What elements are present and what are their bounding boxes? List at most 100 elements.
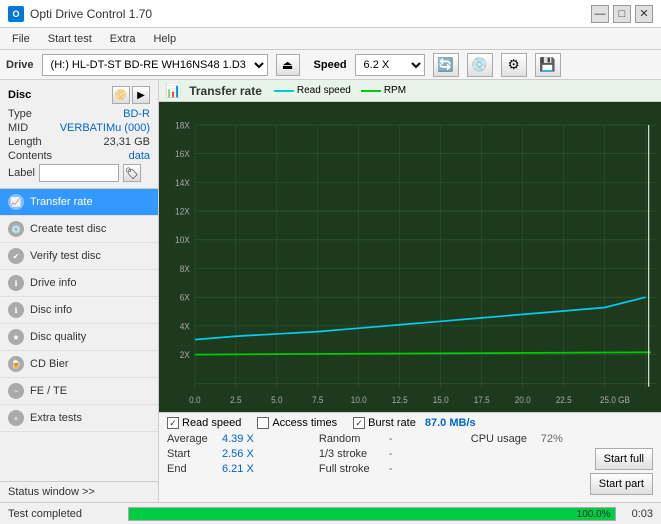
main-layout: Disc 📀 ▶ Type BD-R MID VERBATIMu (000) L… bbox=[0, 80, 661, 502]
svg-text:15.0: 15.0 bbox=[433, 394, 449, 405]
disc-title: Disc bbox=[8, 89, 31, 101]
start-part-button[interactable]: Start part bbox=[590, 473, 653, 495]
minimize-button[interactable]: — bbox=[591, 5, 609, 23]
restore-button[interactable]: □ bbox=[613, 5, 631, 23]
stats-cpu-label: CPU usage bbox=[471, 433, 541, 445]
drive-info-icon: ℹ bbox=[8, 275, 24, 291]
disc-type-key: Type bbox=[8, 108, 32, 120]
settings-button[interactable]: ⚙ bbox=[501, 53, 527, 77]
speed-select[interactable]: 6.2 X bbox=[355, 54, 425, 76]
svg-text:12X: 12X bbox=[175, 206, 190, 217]
nav-verify-test-disc[interactable]: ✔ Verify test disc bbox=[0, 243, 158, 270]
nav-fe-te[interactable]: ~ FE / TE bbox=[0, 378, 158, 405]
disc-icon-2[interactable]: ▶ bbox=[132, 86, 150, 104]
progress-text: 100.0% bbox=[577, 508, 611, 522]
svg-text:5.0: 5.0 bbox=[271, 394, 283, 405]
verify-test-disc-icon: ✔ bbox=[8, 248, 24, 264]
disc-type-val: BD-R bbox=[123, 108, 150, 120]
nav-cd-bier[interactable]: 🍺 CD Bier bbox=[0, 351, 158, 378]
read-speed-checkbox[interactable]: ✓ bbox=[167, 417, 179, 429]
stats-average-label: Average bbox=[167, 433, 222, 445]
nav-drive-info[interactable]: ℹ Drive info bbox=[0, 270, 158, 297]
nav-create-test-disc[interactable]: 💿 Create test disc bbox=[0, 216, 158, 243]
start-full-button[interactable]: Start full bbox=[595, 448, 653, 470]
disc-button[interactable]: 💿 bbox=[467, 53, 493, 77]
save-button[interactable]: 💾 bbox=[535, 53, 561, 77]
disc-panel: Disc 📀 ▶ Type BD-R MID VERBATIMu (000) L… bbox=[0, 80, 158, 189]
svg-text:12.5: 12.5 bbox=[392, 394, 408, 405]
legend-line-cyan bbox=[274, 90, 294, 92]
eject-button[interactable]: ⏏ bbox=[276, 54, 300, 76]
sidebar: Disc 📀 ▶ Type BD-R MID VERBATIMu (000) L… bbox=[0, 80, 159, 502]
label-icon-button[interactable]: 🏷 bbox=[123, 164, 141, 182]
status-window[interactable]: Status window >> bbox=[0, 481, 158, 502]
speed-label: Speed bbox=[314, 59, 347, 71]
menu-file[interactable]: File bbox=[4, 31, 38, 47]
burst-rate-checkbox[interactable]: ✓ bbox=[353, 417, 365, 429]
status-text: Test completed bbox=[0, 508, 120, 520]
chart-title: Transfer rate bbox=[189, 84, 262, 98]
stats-1stroke-row: 1/3 stroke - bbox=[319, 448, 471, 460]
disc-quality-icon: ★ bbox=[8, 329, 24, 345]
progress-bar bbox=[129, 508, 615, 520]
svg-text:8X: 8X bbox=[180, 263, 190, 274]
read-speed-checkbox-item: ✓ Read speed bbox=[167, 417, 241, 429]
nav-extra-tests[interactable]: + Extra tests bbox=[0, 405, 158, 432]
extra-tests-icon: + bbox=[8, 410, 24, 426]
svg-text:20.0: 20.0 bbox=[515, 394, 531, 405]
time-display: 0:03 bbox=[624, 508, 661, 520]
stats-cpu-val: 72% bbox=[541, 433, 563, 445]
stats-data-rows: Average 4.39 X Start 2.56 X End 6.21 X bbox=[167, 433, 653, 498]
chart-header: 📊 Transfer rate Read speed RPM bbox=[159, 80, 661, 102]
close-button[interactable]: ✕ bbox=[635, 5, 653, 23]
disc-mid-row: MID VERBATIMu (000) bbox=[8, 122, 150, 134]
access-times-checkbox-item: Access times bbox=[257, 417, 337, 429]
burst-rate-legend-label: Burst rate bbox=[368, 417, 416, 429]
svg-text:2X: 2X bbox=[180, 350, 190, 361]
refresh-button[interactable]: 🔄 bbox=[433, 53, 459, 77]
stats-col-left: Average 4.39 X Start 2.56 X End 6.21 X bbox=[167, 433, 319, 498]
burst-rate-checkbox-item: ✓ Burst rate 87.0 MB/s bbox=[353, 417, 476, 429]
svg-text:7.5: 7.5 bbox=[312, 394, 324, 405]
disc-contents-key: Contents bbox=[8, 150, 52, 162]
disc-icon-1[interactable]: 📀 bbox=[112, 86, 130, 104]
nav-cd-bier-label: CD Bier bbox=[30, 358, 69, 370]
chart-svg: 18X 16X 14X 12X 10X 8X 6X 4X 2X 0.0 2.5 … bbox=[159, 102, 661, 412]
stats-start-label: Start bbox=[167, 448, 222, 460]
drive-bar: Drive (H:) HL-DT-ST BD-RE WH16NS48 1.D3 … bbox=[0, 50, 661, 80]
legend-read-speed: Read speed bbox=[274, 85, 351, 96]
nav-disc-quality[interactable]: ★ Disc quality bbox=[0, 324, 158, 351]
menu-start-test[interactable]: Start test bbox=[40, 31, 100, 47]
disc-icons: 📀 ▶ bbox=[112, 86, 150, 104]
disc-contents-row: Contents data bbox=[8, 150, 150, 162]
menu-bar: File Start test Extra Help bbox=[0, 28, 661, 50]
drive-label: Drive bbox=[6, 59, 34, 71]
stats-legend-row: ✓ Read speed Access times ✓ Burst rate 8… bbox=[167, 417, 653, 429]
stats-col-right: CPU usage 72% Start full Start part bbox=[471, 433, 653, 498]
menu-extra[interactable]: Extra bbox=[102, 31, 144, 47]
svg-text:22.5: 22.5 bbox=[556, 394, 572, 405]
disc-type-row: Type BD-R bbox=[8, 108, 150, 120]
label-input[interactable] bbox=[39, 164, 119, 182]
stats-1stroke-label: 1/3 stroke bbox=[319, 448, 389, 460]
svg-text:10.0: 10.0 bbox=[351, 394, 367, 405]
transfer-rate-icon: 📈 bbox=[8, 194, 24, 210]
chart-icon: 📊 bbox=[165, 83, 181, 99]
menu-help[interactable]: Help bbox=[145, 31, 184, 47]
legend-rpm: RPM bbox=[361, 85, 406, 96]
chart-container: 18X 16X 14X 12X 10X 8X 6X 4X 2X 0.0 2.5 … bbox=[159, 102, 661, 412]
nav-verify-test-disc-label: Verify test disc bbox=[30, 250, 101, 262]
create-test-disc-icon: 💿 bbox=[8, 221, 24, 237]
title-bar-left: O Opti Drive Control 1.70 bbox=[8, 6, 152, 22]
svg-text:14X: 14X bbox=[175, 177, 190, 188]
svg-text:2.5: 2.5 bbox=[230, 394, 242, 405]
access-times-checkbox[interactable] bbox=[257, 417, 269, 429]
label-row: Label 🏷 bbox=[8, 164, 150, 182]
nav-transfer-rate[interactable]: 📈 Transfer rate bbox=[0, 189, 158, 216]
nav-disc-info[interactable]: ℹ Disc info bbox=[0, 297, 158, 324]
stats-average-val: 4.39 X bbox=[222, 433, 272, 445]
nav-items: 📈 Transfer rate 💿 Create test disc ✔ Ver… bbox=[0, 189, 158, 481]
title-bar-controls: — □ ✕ bbox=[591, 5, 653, 23]
drive-select[interactable]: (H:) HL-DT-ST BD-RE WH16NS48 1.D3 bbox=[42, 54, 268, 76]
legend-line-green bbox=[361, 90, 381, 92]
